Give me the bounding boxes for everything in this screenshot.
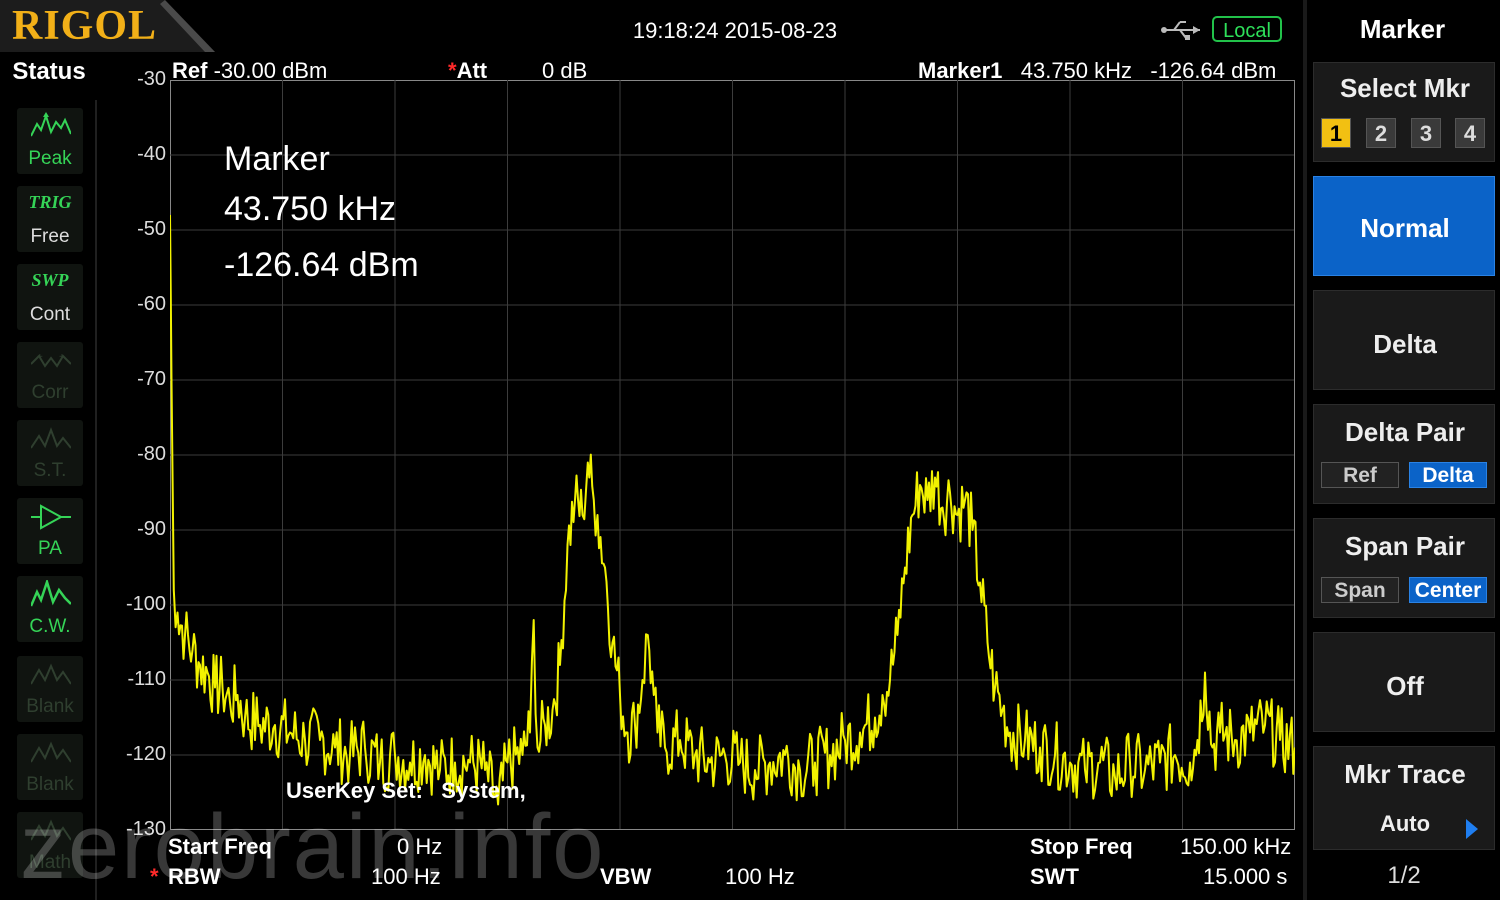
delta-pair-softkey[interactable]: Delta Pair xyxy=(1313,404,1495,504)
status-peak[interactable]: Peak xyxy=(17,108,83,174)
menu-title: Marker xyxy=(1359,14,1446,44)
off-softkey[interactable]: Off xyxy=(1313,632,1495,732)
status-pa[interactable]: PA xyxy=(17,498,83,564)
marker-box-title: Marker xyxy=(224,140,330,178)
y-tick-label: -50 xyxy=(137,218,166,240)
st-icon xyxy=(30,424,72,459)
brand-logo: RIGOL xyxy=(0,0,215,52)
usb-icon xyxy=(1160,18,1202,47)
y-tick-label: -120 xyxy=(125,743,166,765)
select-mkr-label: Select Mkr xyxy=(1339,73,1471,103)
datetime-display: 19:18:24 2015-08-23 xyxy=(632,18,838,43)
status-trig-label: Free xyxy=(30,226,70,247)
y-tick-label: -30 xyxy=(137,68,166,90)
swt-value: 15.000 s xyxy=(1203,864,1288,889)
cw-icon xyxy=(29,577,72,615)
delta-pair-delta-option[interactable]: Delta xyxy=(1409,462,1487,488)
peak-icon xyxy=(30,112,72,147)
status-st-label: S.T. xyxy=(33,460,67,481)
mkr-trace-label: Mkr Trace xyxy=(1344,759,1466,789)
status-swp[interactable]: SWP Cont xyxy=(17,264,83,330)
y-tick-label: -40 xyxy=(137,143,166,165)
status-blank-1-label: Blank xyxy=(26,696,74,717)
marker-box-freq: 43.750 kHz xyxy=(224,190,396,228)
submenu-arrow-icon xyxy=(1466,819,1478,844)
status-trig-top: TRIG xyxy=(28,192,72,212)
svg-text:+: + xyxy=(59,352,65,363)
normal-softkey[interactable]: Normal xyxy=(1313,176,1495,276)
stop-freq-value: 150.00 kHz xyxy=(1180,834,1292,859)
brand-name: RIGOL xyxy=(12,3,158,49)
status-blank-2[interactable]: Blank xyxy=(17,734,83,800)
marker-2-option[interactable]: 2 xyxy=(1366,118,1396,148)
y-tick-label: -60 xyxy=(137,293,166,315)
pa-icon xyxy=(31,502,71,537)
status-corr-label: Corr xyxy=(31,382,69,403)
off-label: Off xyxy=(1386,671,1424,701)
status-trig[interactable]: TRIG Free xyxy=(17,186,83,252)
span-pair-span-option[interactable]: Span xyxy=(1321,577,1399,603)
y-tick-label: -80 xyxy=(137,443,166,465)
y-tick-label: -110 xyxy=(127,668,166,690)
y-tick-label: -100 xyxy=(125,593,166,615)
status-blank-1[interactable]: Blank xyxy=(17,656,83,722)
status-cw-label: C.W. xyxy=(29,616,71,637)
swt-label[interactable]: SWT xyxy=(1030,864,1079,890)
mkr-trace-softkey[interactable]: Mkr Trace Auto xyxy=(1313,746,1495,850)
menu-page-indicator: 1/2 xyxy=(1387,862,1421,889)
status-swp-top: SWP xyxy=(31,270,69,290)
status-divider xyxy=(95,100,97,900)
normal-label: Normal xyxy=(1360,213,1450,243)
local-status-badge: Local xyxy=(1212,16,1282,42)
marker-1-option[interactable]: 1 xyxy=(1321,118,1351,148)
status-blank-2-label: Blank xyxy=(26,774,74,795)
status-pa-label: PA xyxy=(38,538,62,559)
marker-box-amp: -126.64 dBm xyxy=(224,246,419,284)
marker-4-option[interactable]: 4 xyxy=(1455,118,1485,148)
span-pair-label: Span Pair xyxy=(1345,531,1465,561)
delta-pair-label: Delta Pair xyxy=(1345,417,1465,447)
delta-softkey[interactable]: Delta xyxy=(1313,290,1495,390)
watermark: zerobrain.info xyxy=(20,796,606,898)
status-title: Status xyxy=(12,58,86,85)
status-peak-label: Peak xyxy=(28,148,72,169)
status-st[interactable]: S.T. xyxy=(17,420,83,486)
delta-pair-ref-option[interactable]: Ref xyxy=(1321,462,1399,488)
svg-text:+: + xyxy=(37,352,43,363)
blank-icon xyxy=(30,738,72,773)
blank-icon xyxy=(30,660,72,695)
y-tick-label: -70 xyxy=(137,368,166,390)
delta-label: Delta xyxy=(1373,329,1437,359)
y-tick-label: -90 xyxy=(137,518,166,540)
marker-3-option[interactable]: 3 xyxy=(1411,118,1441,148)
status-cw[interactable]: C.W. xyxy=(17,576,83,642)
menu-divider xyxy=(1303,0,1307,900)
corr-icon: + + xyxy=(30,346,72,381)
status-corr[interactable]: + + Corr xyxy=(17,342,83,408)
vbw-label[interactable]: VBW xyxy=(600,864,651,890)
stop-freq-label[interactable]: Stop Freq xyxy=(1030,834,1133,860)
status-swp-label: Cont xyxy=(29,304,71,325)
vbw-value: 100 Hz xyxy=(725,864,795,889)
span-pair-center-option[interactable]: Center xyxy=(1409,577,1487,603)
